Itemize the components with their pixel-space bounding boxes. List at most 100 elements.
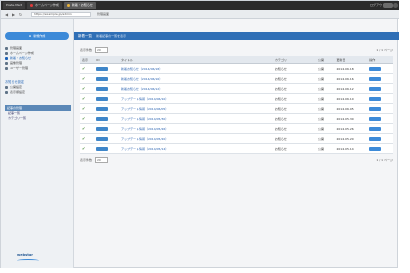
new-post-label: 新規作成	[33, 34, 46, 38]
article-title-link[interactable]: 新着お知らせ（2014/06/12）	[121, 87, 162, 91]
new-post-button[interactable]: ⊕ 新規作成	[5, 32, 69, 40]
forward-icon[interactable]: ▶	[11, 12, 16, 17]
visible-check-icon[interactable]: ✔	[80, 83, 95, 94]
id-badge[interactable]	[96, 76, 109, 81]
content-area: 表示件数 20 1 / 1 ページ 表示 ID タイトル カテゴリ 公開 更新日	[80, 47, 393, 164]
logo-text: webstar	[17, 253, 33, 257]
title-cell: 新着お知らせ（2014/06/16）	[118, 73, 273, 84]
action-cell	[367, 113, 393, 124]
date-cell: 2014.05.30	[334, 113, 368, 124]
favicon-icon	[30, 4, 34, 7]
id-badge[interactable]	[96, 106, 109, 111]
sort-icon	[5, 91, 8, 94]
tab-news[interactable]: 新着・お知らせ	[63, 2, 96, 9]
article-title-link[interactable]: アップデート情報（2014/06/05）	[121, 107, 168, 111]
id-cell	[94, 63, 119, 74]
tab-homepage[interactable]: ホームページ作成	[27, 2, 62, 9]
tab-poste-mart[interactable]: Poste-Mart	[3, 2, 26, 9]
edit-button[interactable]	[369, 116, 382, 121]
column-header[interactable]: 表示	[80, 56, 95, 64]
id-cell	[94, 73, 119, 84]
action-cell	[367, 123, 393, 134]
status-cell: 公開	[316, 93, 335, 104]
visible-check-icon[interactable]: ✔	[80, 133, 95, 144]
date-cell: 2014.06.12	[334, 83, 368, 94]
per-page-label: 表示件数	[80, 48, 93, 52]
title-cell: 新着お知らせ（2014/06/18）	[118, 63, 273, 74]
article-title-link[interactable]: アップデート情報（2014/05/20）	[121, 137, 168, 141]
column-header: 操作	[367, 56, 393, 64]
date-cell: 2014.05.20	[334, 133, 368, 144]
pager-text[interactable]: 1 / 1 ページ	[376, 157, 393, 164]
title-cell: アップデート情報（2014/05/30）	[118, 113, 273, 124]
edit-button[interactable]	[369, 96, 382, 101]
column-header[interactable]: タイトル	[118, 56, 273, 64]
status-cell: 公開	[316, 103, 335, 114]
article-title-link[interactable]: アップデート情報（2014/06/10）	[121, 97, 168, 101]
status-cell: 公開	[316, 123, 335, 134]
article-title-link[interactable]: 新着お知らせ（2014/06/18）	[121, 67, 162, 71]
status-cell: 公開	[316, 113, 335, 124]
id-badge[interactable]	[96, 66, 109, 71]
article-title-link[interactable]: アップデート情報（2014/05/30）	[121, 117, 168, 121]
title-cell: アップデート情報（2014/06/10）	[118, 93, 273, 104]
sidebar-menu: 管理画面 ホームページ作成 新着・お知らせ 画像管理 ユーザー管理	[5, 46, 71, 71]
address-bar: ◀ ▶ ↻ https://example.jp/admin 管理画面	[1, 10, 399, 19]
per-page-select[interactable]: 20	[94, 47, 108, 53]
article-title-link[interactable]: 新着お知らせ（2014/06/16）	[121, 77, 162, 81]
title-cell: アップデート情報（2014/05/20）	[118, 133, 273, 144]
sidebar-link-categories[interactable]: カテゴリ一覧	[5, 116, 71, 121]
tab-label: Poste-Mart	[6, 3, 23, 7]
category-cell: お知らせ	[272, 103, 316, 114]
id-badge[interactable]	[96, 96, 109, 101]
dashboard-icon	[5, 47, 8, 50]
account-pill[interactable]	[383, 3, 393, 8]
edit-button[interactable]	[369, 146, 382, 151]
sidebar-item-users[interactable]: ユーザー管理	[5, 66, 71, 71]
visible-check-icon[interactable]: ✔	[80, 63, 95, 74]
article-title-link[interactable]: アップデート情報（2014/05/26）	[121, 127, 168, 131]
back-icon[interactable]: ◀	[4, 12, 9, 17]
category-cell: お知らせ	[272, 113, 316, 124]
id-badge[interactable]	[96, 146, 109, 151]
visible-check-icon[interactable]: ✔	[80, 143, 95, 154]
action-cell	[367, 103, 393, 114]
edit-button[interactable]	[369, 66, 382, 71]
date-cell: 2014.05.14	[334, 143, 368, 154]
breadcrumb: 管理画面	[97, 12, 110, 16]
settings-icon[interactable]	[393, 3, 398, 8]
title-cell: アップデート情報（2014/06/05）	[118, 103, 273, 114]
table-row: ✔ 新着お知らせ（2014/06/12） お知らせ 公開 2014.06.12	[80, 83, 393, 94]
id-badge[interactable]	[96, 126, 109, 131]
visible-check-icon[interactable]: ✔	[80, 123, 95, 134]
visible-check-icon[interactable]: ✔	[80, 113, 95, 124]
column-header[interactable]: ID	[94, 56, 119, 64]
column-header[interactable]: 公開	[316, 56, 335, 64]
id-cell	[94, 93, 119, 104]
edit-button[interactable]	[369, 86, 382, 91]
edit-button[interactable]	[369, 126, 382, 131]
edit-button[interactable]	[369, 76, 382, 81]
table-header-row: 表示 ID タイトル カテゴリ 公開 更新日 操作	[80, 56, 393, 64]
url-field[interactable]: https://example.jp/admin	[31, 12, 91, 17]
edit-button[interactable]	[369, 106, 382, 111]
pager-text[interactable]: 1 / 1 ページ	[376, 47, 393, 54]
id-badge[interactable]	[96, 116, 109, 121]
edit-button[interactable]	[369, 136, 382, 141]
status-cell: 公開	[316, 143, 335, 154]
column-header[interactable]: カテゴリ	[272, 56, 316, 64]
plus-icon: ⊕	[28, 34, 32, 38]
visible-check-icon[interactable]: ✔	[80, 103, 95, 114]
column-header[interactable]: 更新日	[334, 56, 368, 64]
id-badge[interactable]	[96, 136, 109, 141]
per-page-select[interactable]: 20	[94, 157, 108, 163]
article-title-link[interactable]: アップデート情報（2014/05/14）	[121, 147, 168, 151]
id-badge[interactable]	[96, 86, 109, 91]
visible-check-icon[interactable]: ✔	[80, 73, 95, 84]
reload-icon[interactable]: ↻	[18, 12, 23, 17]
visible-check-icon[interactable]: ✔	[80, 93, 95, 104]
sidebar-settings: お知らせ設定 公開設定 表示順設定	[5, 79, 71, 95]
sidebar-item-order[interactable]: 表示順設定	[5, 90, 71, 95]
globe-icon	[5, 86, 8, 89]
news-icon	[5, 57, 8, 60]
